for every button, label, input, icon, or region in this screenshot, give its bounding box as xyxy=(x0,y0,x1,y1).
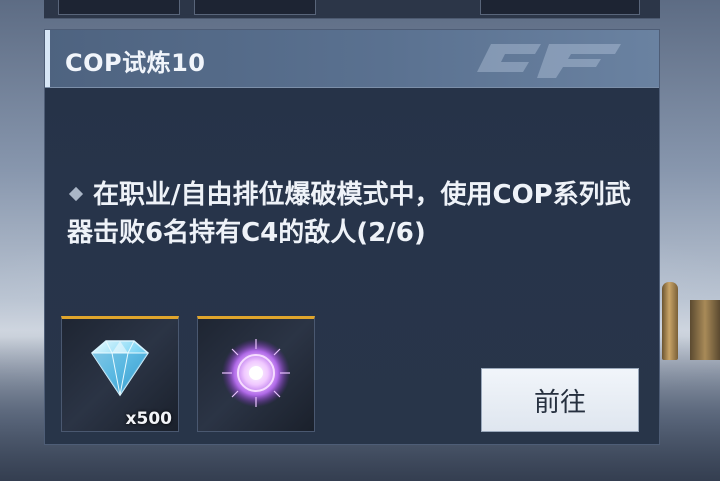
bullet-prop-2 xyxy=(690,300,720,360)
previous-card-slot xyxy=(58,0,180,15)
go-button[interactable]: 前往 xyxy=(481,368,639,432)
energy-orb-icon xyxy=(222,339,290,407)
task-description-block: 在职业/自由排位爆破模式中，使用COP系列武器击败6名持有C4的敌人(2/6) xyxy=(67,176,647,252)
reward-slot-diamond[interactable]: x500 xyxy=(61,316,179,432)
cf-logo-watermark-icon xyxy=(477,44,621,78)
previous-card-button xyxy=(480,0,640,15)
previous-card-edge xyxy=(44,0,660,19)
reward-slot-orb[interactable] xyxy=(197,316,315,432)
task-description: 在职业/自由排位爆破模式中，使用COP系列武器击败6名持有C4的敌人(2/6) xyxy=(67,180,631,248)
bullet-prop xyxy=(662,282,678,360)
task-title: COP试炼10 xyxy=(65,49,206,77)
task-card: COP试炼10 在职业/自由排位爆破模式中，使用COP系列武器击败6名持有C4的… xyxy=(44,29,660,445)
bullet-diamond-icon xyxy=(68,186,84,201)
previous-card-slot xyxy=(194,0,316,15)
task-card-header: COP试炼10 xyxy=(45,30,659,88)
reward-quantity: x500 xyxy=(125,409,172,429)
header-accent-bar xyxy=(45,30,50,87)
